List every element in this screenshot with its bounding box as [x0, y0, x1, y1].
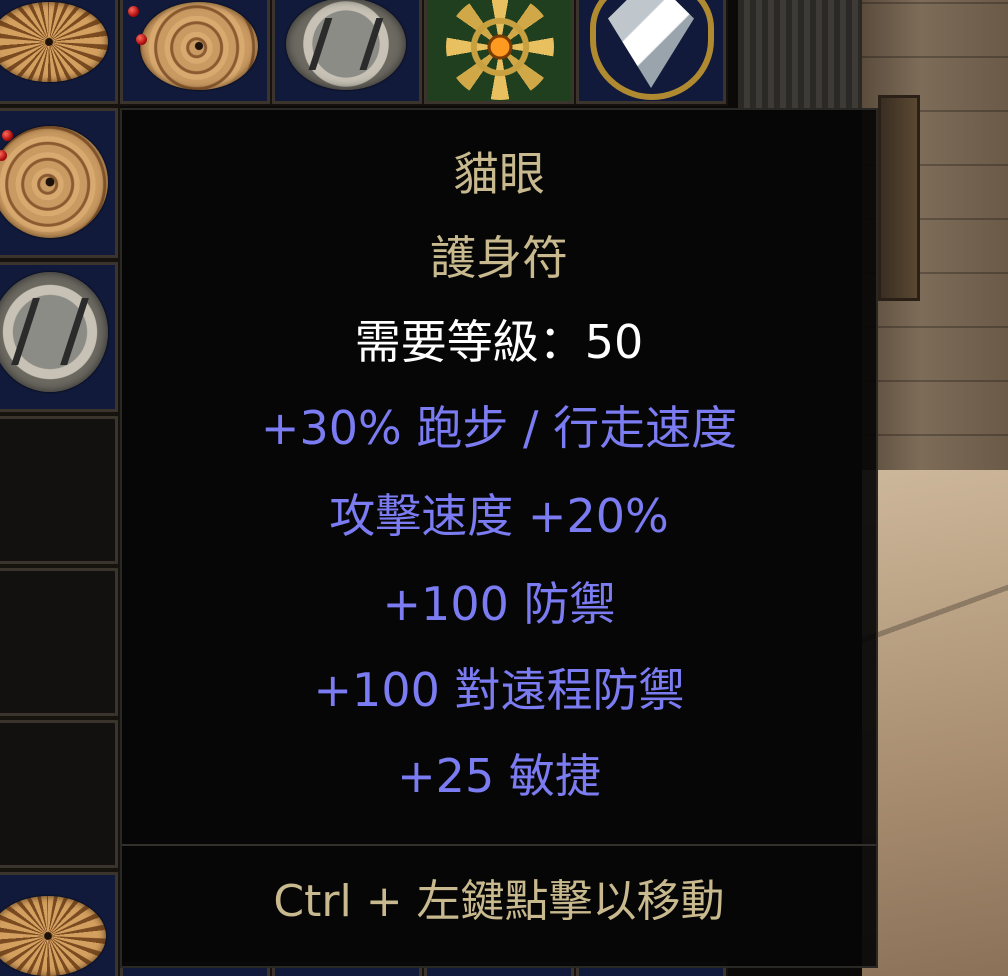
inventory-slot[interactable] — [0, 566, 120, 718]
item-tooltip: 貓眼 護身符 需要等級：50 +30% 跑步 / 行走速度 攻擊速度 +20% … — [120, 108, 878, 968]
rune-coin-icon[interactable] — [286, 0, 406, 90]
move-hint: Ctrl + 左鍵點擊以移動 — [273, 876, 725, 927]
stat-dexterity: +25 敏捷 — [397, 749, 601, 803]
game-screen: 貓眼 護身符 需要等級：50 +30% 跑步 / 行走速度 攻擊速度 +20% … — [0, 0, 1008, 976]
item-name: 貓眼 — [453, 147, 545, 201]
stone-floor-background — [862, 470, 1008, 976]
swirl-charm-icon[interactable] — [140, 2, 258, 90]
red-bead-icon — [136, 34, 147, 45]
stat-defense: +100 防禦 — [382, 577, 616, 631]
carved-pillar-background — [738, 0, 862, 110]
inventory-slot[interactable] — [0, 718, 120, 870]
red-bead-icon — [2, 130, 13, 141]
stat-missile-defense: +100 對遠程防禦 — [313, 663, 685, 717]
level-requirement: 需要等級：50 — [354, 315, 644, 369]
doorway-background — [878, 95, 920, 301]
item-type: 護身符 — [430, 231, 568, 285]
stat-attack-speed: 攻擊速度 +20% — [329, 489, 669, 543]
inventory-slot[interactable] — [0, 414, 120, 566]
tooltip-divider — [122, 844, 876, 846]
stat-run-walk-speed: +30% 跑步 / 行走速度 — [260, 401, 738, 455]
red-bead-icon — [128, 6, 139, 17]
